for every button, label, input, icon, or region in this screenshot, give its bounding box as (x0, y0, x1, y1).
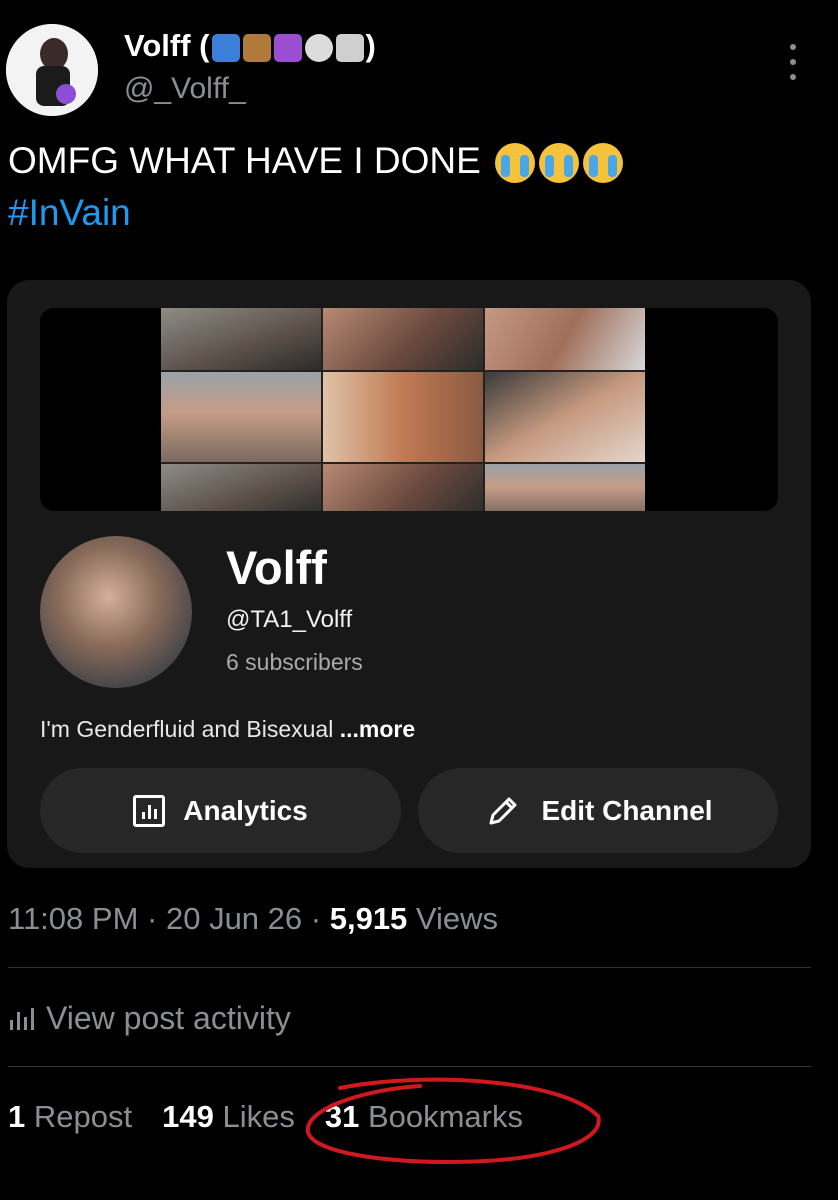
post-date[interactable]: 20 Jun 26 (166, 901, 302, 936)
views-count: 5,915 (329, 901, 408, 936)
reposts-label: Repost (33, 1099, 133, 1134)
skull-emoji-icon (304, 33, 333, 62)
edit-channel-label: Edit Channel (541, 794, 713, 826)
post-text-body: OMFG WHAT HAVE I DONE (8, 140, 481, 181)
author-avatar[interactable] (6, 24, 98, 116)
loudly-crying-face-icon (539, 143, 580, 184)
reposts-stat[interactable]: 1 Repost (8, 1099, 132, 1135)
author-emoji-strip (211, 33, 364, 62)
reposts-count: 1 (8, 1099, 26, 1134)
engagement-stats: 1 Repost 149 Likes 31 Bookmarks (8, 1099, 523, 1135)
butterfly-emoji-icon (211, 33, 240, 62)
subscriber-count: 6 subscribers (226, 649, 363, 675)
analytics-label: Analytics (183, 794, 308, 826)
author-name-suffix: ) (365, 28, 376, 63)
channel-bio-text: I'm Genderfluid and Bisexual (40, 716, 334, 742)
meta-separator: · (310, 901, 322, 936)
bookmarks-label: Bookmarks (367, 1099, 523, 1134)
channel-name: Volff (226, 541, 327, 594)
views-label: Views (415, 901, 499, 936)
post-text: OMFG WHAT HAVE I DONE (8, 140, 624, 184)
bookmarks-count: 31 (324, 1099, 360, 1134)
aries-emoji-icon (273, 33, 302, 62)
more-options-icon[interactable] (785, 44, 801, 80)
likes-count: 149 (162, 1099, 214, 1134)
activity-chart-icon (8, 1007, 36, 1030)
crying-emojis (495, 143, 624, 184)
analytics-icon (133, 794, 166, 827)
channel-handle: @TA1_Volff (226, 606, 353, 633)
loudly-crying-face-icon (583, 143, 624, 184)
bookmarks-stat[interactable]: 31 Bookmarks (325, 1099, 523, 1135)
channel-bio: I'm Genderfluid and Bisexual ...more (40, 716, 415, 743)
view-post-activity-label: View post activity (46, 1000, 291, 1036)
post-time[interactable]: 11:08 PM (8, 901, 138, 936)
edit-channel-button[interactable]: Edit Channel (418, 768, 778, 853)
ox-emoji-icon (242, 33, 271, 62)
author-handle[interactable]: @_Volff_ (124, 72, 246, 106)
view-post-activity-link[interactable]: View post activity (8, 1000, 291, 1037)
author-name-text: Volff ( (124, 28, 210, 63)
meta-separator: · (147, 901, 158, 936)
channel-avatar[interactable] (40, 536, 192, 688)
analytics-button[interactable]: Analytics (40, 768, 401, 853)
loudly-crying-face-icon (495, 143, 536, 184)
channel-banner-image (40, 308, 778, 511)
post-meta: 11:08 PM · 20 Jun 26 · 5,915 Views (8, 901, 498, 937)
hashtag-link[interactable]: #InVain (8, 192, 131, 234)
bio-more-link[interactable]: ...more (340, 716, 415, 742)
divider (8, 1066, 811, 1067)
likes-stat[interactable]: 149 Likes (162, 1099, 295, 1135)
author-name[interactable]: Volff ( ) (124, 28, 376, 64)
music-staff-emoji-icon (335, 33, 364, 62)
likes-label: Likes (222, 1099, 295, 1134)
divider (8, 967, 811, 968)
pencil-icon (489, 797, 517, 824)
